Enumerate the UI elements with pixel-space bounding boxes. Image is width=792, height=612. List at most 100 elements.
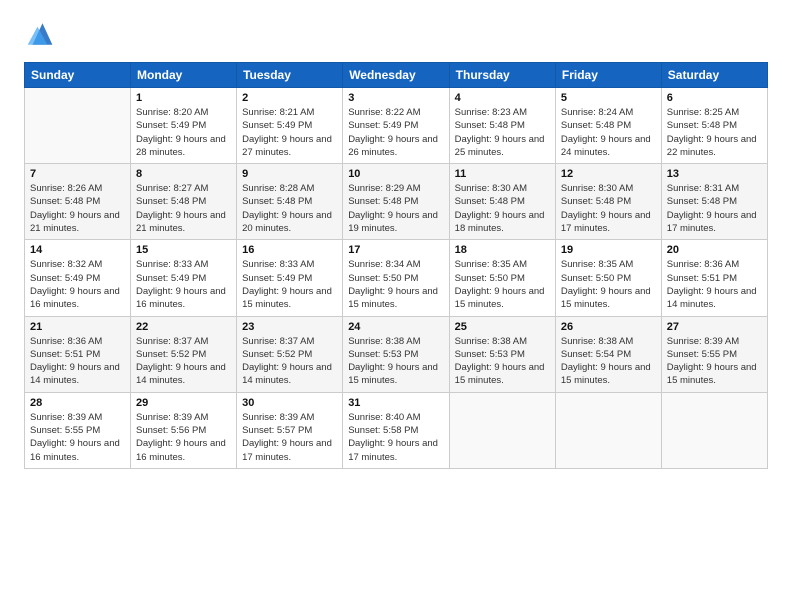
day-number: 3 <box>348 92 443 104</box>
day-number: 16 <box>242 244 337 256</box>
calendar-cell: 2 Sunrise: 8:21 AM Sunset: 5:49 PM Daylig… <box>237 88 343 164</box>
day-number: 17 <box>348 244 443 256</box>
calendar-cell: 8 Sunrise: 8:27 AM Sunset: 5:48 PM Daylig… <box>131 164 237 240</box>
calendar-cell: 20 Sunrise: 8:36 AM Sunset: 5:51 PM Dayli… <box>661 240 767 316</box>
weekday-header: Saturday <box>661 63 767 88</box>
calendar-cell <box>555 392 661 468</box>
day-info: Sunrise: 8:21 AM Sunset: 5:49 PM Dayligh… <box>242 106 337 159</box>
day-number: 4 <box>455 92 550 104</box>
calendar-cell: 27 Sunrise: 8:39 AM Sunset: 5:55 PM Dayli… <box>661 316 767 392</box>
calendar-cell: 9 Sunrise: 8:28 AM Sunset: 5:48 PM Daylig… <box>237 164 343 240</box>
calendar-cell: 5Sunrise: 8:24 AM Sunset: 5:48 PM Daylig… <box>555 88 661 164</box>
calendar-cell: 14Sunrise: 8:32 AM Sunset: 5:49 PM Dayli… <box>25 240 131 316</box>
day-number: 30 <box>242 397 337 409</box>
calendar-cell: 16 Sunrise: 8:33 AM Sunset: 5:49 PM Dayli… <box>237 240 343 316</box>
day-number: 11 <box>455 168 550 180</box>
day-info: Sunrise: 8:33 AM Sunset: 5:49 PM Dayligh… <box>242 258 337 311</box>
day-number: 31 <box>348 397 443 409</box>
day-info: Sunrise: 8:28 AM Sunset: 5:48 PM Dayligh… <box>242 182 337 235</box>
day-info: Sunrise: 8:39 AM Sunset: 5:55 PM Dayligh… <box>667 335 762 388</box>
day-number: 18 <box>455 244 550 256</box>
day-number: 10 <box>348 168 443 180</box>
day-number: 25 <box>455 321 550 333</box>
header <box>24 20 768 48</box>
day-info: Sunrise: 8:31 AM Sunset: 5:48 PM Dayligh… <box>667 182 762 235</box>
day-number: 8 <box>136 168 231 180</box>
logo <box>24 20 58 48</box>
calendar-cell: 31 Sunrise: 8:40 AM Sunset: 5:58 PM Dayli… <box>343 392 449 468</box>
logo-icon <box>24 20 56 48</box>
day-number: 15 <box>136 244 231 256</box>
calendar-cell: 17 Sunrise: 8:34 AM Sunset: 5:50 PM Dayli… <box>343 240 449 316</box>
weekday-header: Thursday <box>449 63 555 88</box>
day-info: Sunrise: 8:37 AM Sunset: 5:52 PM Dayligh… <box>242 335 337 388</box>
calendar-cell: 18 Sunrise: 8:35 AM Sunset: 5:50 PM Dayli… <box>449 240 555 316</box>
calendar-cell: 22 Sunrise: 8:37 AM Sunset: 5:52 PM Dayli… <box>131 316 237 392</box>
day-info: Sunrise: 8:26 AM Sunset: 5:48 PM Dayligh… <box>30 182 125 235</box>
day-info: Sunrise: 8:35 AM Sunset: 5:50 PM Dayligh… <box>561 258 656 311</box>
day-number: 9 <box>242 168 337 180</box>
day-number: 21 <box>30 321 125 333</box>
calendar-cell: 7 Sunrise: 8:26 AM Sunset: 5:48 PM Daylig… <box>25 164 131 240</box>
day-number: 20 <box>667 244 762 256</box>
day-info: Sunrise: 8:22 AM Sunset: 5:49 PM Dayligh… <box>348 106 443 159</box>
calendar-cell: 4 Sunrise: 8:23 AM Sunset: 5:48 PM Daylig… <box>449 88 555 164</box>
calendar-cell: 10 Sunrise: 8:29 AM Sunset: 5:48 PM Dayli… <box>343 164 449 240</box>
day-number: 1 <box>136 92 231 104</box>
day-info: Sunrise: 8:33 AM Sunset: 5:49 PM Dayligh… <box>136 258 231 311</box>
calendar-cell <box>25 88 131 164</box>
day-info: Sunrise: 8:38 AM Sunset: 5:53 PM Dayligh… <box>455 335 550 388</box>
calendar-cell: 26 Sunrise: 8:38 AM Sunset: 5:54 PM Dayli… <box>555 316 661 392</box>
page: SundayMondayTuesdayWednesdayThursdayFrid… <box>0 0 792 612</box>
day-info: Sunrise: 8:36 AM Sunset: 5:51 PM Dayligh… <box>30 335 125 388</box>
day-number: 12 <box>561 168 656 180</box>
day-info: Sunrise: 8:38 AM Sunset: 5:53 PM Dayligh… <box>348 335 443 388</box>
day-info: Sunrise: 8:25 AM Sunset: 5:48 PM Dayligh… <box>667 106 762 159</box>
day-info: Sunrise: 8:37 AM Sunset: 5:52 PM Dayligh… <box>136 335 231 388</box>
calendar-cell: 23 Sunrise: 8:37 AM Sunset: 5:52 PM Dayli… <box>237 316 343 392</box>
day-number: 27 <box>667 321 762 333</box>
calendar-cell: 24 Sunrise: 8:38 AM Sunset: 5:53 PM Dayli… <box>343 316 449 392</box>
weekday-header: Friday <box>555 63 661 88</box>
calendar-cell: 1 Sunrise: 8:20 AM Sunset: 5:49 PM Daylig… <box>131 88 237 164</box>
calendar-cell <box>449 392 555 468</box>
weekday-header: Tuesday <box>237 63 343 88</box>
day-number: 13 <box>667 168 762 180</box>
calendar-cell: 21 Sunrise: 8:36 AM Sunset: 5:51 PM Dayli… <box>25 316 131 392</box>
calendar-cell: 3 Sunrise: 8:22 AM Sunset: 5:49 PM Daylig… <box>343 88 449 164</box>
day-info: Sunrise: 8:30 AM Sunset: 5:48 PM Dayligh… <box>561 182 656 235</box>
day-info: Sunrise: 8:20 AM Sunset: 5:49 PM Dayligh… <box>136 106 231 159</box>
day-number: 26 <box>561 321 656 333</box>
day-number: 5 <box>561 92 656 104</box>
calendar-cell: 15 Sunrise: 8:33 AM Sunset: 5:49 PM Dayli… <box>131 240 237 316</box>
day-number: 24 <box>348 321 443 333</box>
day-number: 2 <box>242 92 337 104</box>
day-number: 29 <box>136 397 231 409</box>
weekday-header: Monday <box>131 63 237 88</box>
day-info: Sunrise: 8:34 AM Sunset: 5:50 PM Dayligh… <box>348 258 443 311</box>
calendar: SundayMondayTuesdayWednesdayThursdayFrid… <box>24 62 768 469</box>
day-info: Sunrise: 8:39 AM Sunset: 5:56 PM Dayligh… <box>136 411 231 464</box>
day-number: 19 <box>561 244 656 256</box>
day-number: 23 <box>242 321 337 333</box>
day-info: Sunrise: 8:40 AM Sunset: 5:58 PM Dayligh… <box>348 411 443 464</box>
day-info: Sunrise: 8:30 AM Sunset: 5:48 PM Dayligh… <box>455 182 550 235</box>
calendar-cell: 30 Sunrise: 8:39 AM Sunset: 5:57 PM Dayli… <box>237 392 343 468</box>
day-number: 6 <box>667 92 762 104</box>
day-info: Sunrise: 8:39 AM Sunset: 5:57 PM Dayligh… <box>242 411 337 464</box>
day-info: Sunrise: 8:29 AM Sunset: 5:48 PM Dayligh… <box>348 182 443 235</box>
day-number: 7 <box>30 168 125 180</box>
calendar-cell <box>661 392 767 468</box>
day-info: Sunrise: 8:36 AM Sunset: 5:51 PM Dayligh… <box>667 258 762 311</box>
day-info: Sunrise: 8:39 AM Sunset: 5:55 PM Dayligh… <box>30 411 125 464</box>
calendar-cell: 29 Sunrise: 8:39 AM Sunset: 5:56 PM Dayli… <box>131 392 237 468</box>
calendar-cell: 12 Sunrise: 8:30 AM Sunset: 5:48 PM Dayli… <box>555 164 661 240</box>
day-number: 22 <box>136 321 231 333</box>
day-info: Sunrise: 8:27 AM Sunset: 5:48 PM Dayligh… <box>136 182 231 235</box>
weekday-header: Wednesday <box>343 63 449 88</box>
day-info: Sunrise: 8:38 AM Sunset: 5:54 PM Dayligh… <box>561 335 656 388</box>
day-info: Sunrise: 8:35 AM Sunset: 5:50 PM Dayligh… <box>455 258 550 311</box>
calendar-cell: 19 Sunrise: 8:35 AM Sunset: 5:50 PM Dayli… <box>555 240 661 316</box>
day-info: Sunrise: 8:23 AM Sunset: 5:48 PM Dayligh… <box>455 106 550 159</box>
calendar-cell: 6 Sunrise: 8:25 AM Sunset: 5:48 PM Daylig… <box>661 88 767 164</box>
